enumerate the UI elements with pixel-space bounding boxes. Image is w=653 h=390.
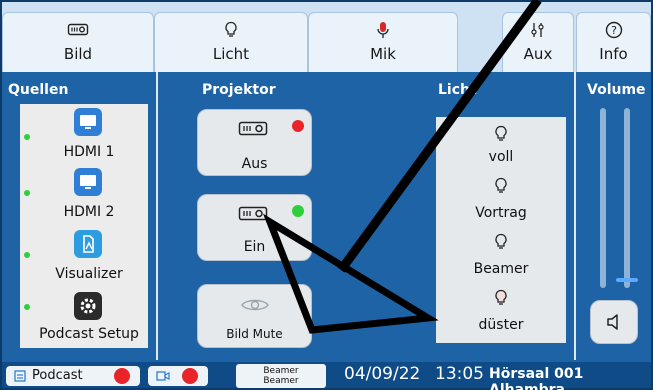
room-name: Hörsaal 001 Alhambra	[489, 366, 584, 390]
podcast-label: Podcast	[32, 368, 83, 383]
beamer-status-line: Beamer	[263, 366, 299, 376]
status-bar: Podcast Beamer Beamer 04/09/22 13:05 Hör…	[2, 362, 651, 390]
podcast-icon	[14, 370, 26, 382]
podcast-control[interactable]: Podcast	[6, 366, 140, 386]
beamer-status: Beamer Beamer	[236, 364, 326, 388]
annotation-arrow	[262, 0, 542, 334]
camera-control[interactable]	[148, 366, 208, 386]
record-indicator	[182, 368, 198, 384]
record-indicator	[114, 368, 130, 384]
beamer-status-line: Beamer	[263, 376, 299, 386]
date-display: 04/09/22	[344, 364, 421, 384]
time-display: 13:05	[435, 364, 484, 384]
camera-icon	[156, 371, 170, 381]
